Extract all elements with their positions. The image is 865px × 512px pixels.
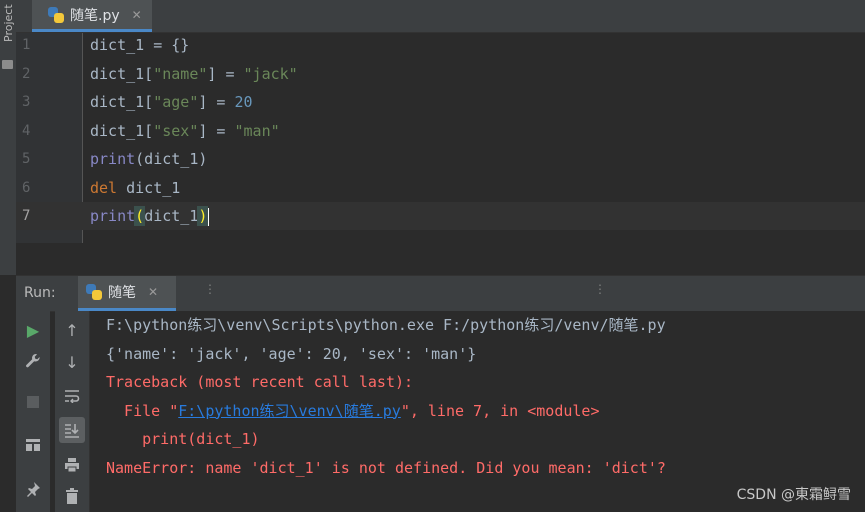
code-token: print xyxy=(90,150,136,168)
code-line[interactable]: 7 print(dict_1) xyxy=(16,202,865,230)
code-text[interactable]: dict_1 = {} xyxy=(90,31,189,59)
file-path-link[interactable]: F:\python练习\venv\随笔.py xyxy=(178,402,401,420)
layout-icon[interactable] xyxy=(20,432,46,458)
console-text: NameError: name 'dict_1' is not defined.… xyxy=(106,458,666,477)
code-text[interactable]: print(dict_1) xyxy=(90,202,210,230)
folder-icon xyxy=(2,60,13,69)
python-run-icon xyxy=(86,284,102,300)
scroll-to-end-icon[interactable] xyxy=(59,417,85,443)
console-text: ", line 7, in <module> xyxy=(400,401,600,420)
run-tab-label: 随笔 xyxy=(108,285,136,301)
editor-empty-area xyxy=(16,243,865,275)
code-line[interactable]: 3 dict_1["age"] = 20 xyxy=(16,88,865,116)
code-token: ] = xyxy=(198,93,235,111)
code-token: "sex" xyxy=(153,121,199,140)
project-tool-strip[interactable]: Project xyxy=(0,0,17,275)
code-token: dict_1[ xyxy=(90,64,154,83)
trash-icon[interactable] xyxy=(59,483,85,509)
code-editor[interactable]: 1 dict_1 = {} 2 dict_1["name"] = "jack" 3 dic… xyxy=(16,33,865,243)
wrench-icon[interactable] xyxy=(20,348,46,374)
code-token: "man" xyxy=(234,121,280,140)
code-token: del xyxy=(90,178,118,197)
console-text: File " xyxy=(106,401,179,420)
code-text[interactable]: dict_1["name"] = "jack" xyxy=(90,60,298,88)
watermark: CSDN @東霜鲟雪 xyxy=(736,487,851,503)
code-line[interactable]: 1 dict_1 = {} xyxy=(16,31,865,59)
drag-handle-icon[interactable]: ⋮ xyxy=(204,282,216,296)
python-file-icon xyxy=(48,6,64,23)
console-error-line: File "F:\python练习\venv\随笔.py", line 7, i… xyxy=(106,397,600,425)
console-text: Traceback (most recent call last): xyxy=(106,373,414,391)
code-token: ] = xyxy=(198,121,235,140)
run-toolbar-primary: ▶ xyxy=(16,311,50,512)
code-token: ( xyxy=(134,206,146,226)
arrow-up-icon[interactable]: ↑ xyxy=(59,317,85,343)
soft-wrap-icon[interactable] xyxy=(59,383,85,409)
code-line[interactable]: 2 dict_1["name"] = "jack" xyxy=(16,60,865,88)
code-token: print xyxy=(90,207,136,225)
text-caret xyxy=(207,207,210,226)
code-token: ] = xyxy=(207,64,244,83)
code-token: 20 xyxy=(234,93,253,111)
console-error-line: print(dict_1) xyxy=(106,425,260,453)
options-menu-icon[interactable]: ⋮ xyxy=(594,282,606,296)
line-number: 3 xyxy=(22,94,31,110)
print-icon[interactable] xyxy=(59,452,85,478)
editor-tab-bar: 随笔.py ✕ xyxy=(16,0,865,33)
code-token: dict_1 xyxy=(144,207,199,225)
code-line[interactable]: 5 print(dict_1) xyxy=(16,145,865,173)
code-text[interactable]: print(dict_1) xyxy=(90,145,207,173)
code-token: dict_1[ xyxy=(90,93,154,111)
console-text: {'name': 'jack', 'age': 20, 'sex': 'man'… xyxy=(106,344,477,363)
run-toolbar-secondary: ↑ ↓ xyxy=(55,311,90,512)
stop-icon[interactable] xyxy=(20,389,46,415)
editor-tab-label: 随笔.py xyxy=(70,7,120,24)
line-number: 6 xyxy=(22,179,31,196)
code-token: (dict_1) xyxy=(135,150,208,168)
console-error-line: NameError: name 'dict_1' is not defined.… xyxy=(106,454,666,482)
code-line[interactable]: 6 del dict_1 xyxy=(16,174,865,202)
close-icon[interactable]: ✕ xyxy=(148,285,158,299)
pin-icon[interactable] xyxy=(20,476,46,502)
code-text[interactable]: del dict_1 xyxy=(90,174,180,202)
console-error-line: Traceback (most recent call last): xyxy=(106,368,413,396)
code-token: dict_1[ xyxy=(90,121,154,140)
console-line: {'name': 'jack', 'age': 20, 'sex': 'man'… xyxy=(106,340,476,368)
run-label: Run: xyxy=(24,285,56,301)
code-line[interactable]: 4 dict_1["sex"] = "man" xyxy=(16,117,865,145)
project-tool-label[interactable]: Project xyxy=(2,4,15,52)
run-console-output[interactable]: F:\python练习\venv\Scripts\python.exe F:/p… xyxy=(90,311,865,512)
code-token: dict_1 = {} xyxy=(90,36,190,54)
code-token: ) xyxy=(197,206,209,226)
code-text[interactable]: dict_1["sex"] = "man" xyxy=(90,117,280,145)
line-number: 7 xyxy=(22,208,31,224)
code-token: "name" xyxy=(153,64,208,83)
editor-tab[interactable]: 随笔.py ✕ xyxy=(32,0,152,32)
run-icon[interactable]: ▶ xyxy=(20,317,46,343)
run-tab[interactable]: 随笔 ✕ xyxy=(78,276,176,311)
code-text[interactable]: dict_1["age"] = 20 xyxy=(90,88,253,116)
console-text: print(dict_1) xyxy=(106,430,260,448)
code-token: "age" xyxy=(153,93,199,111)
console-line: F:\python练习\venv\Scripts\python.exe F:/p… xyxy=(106,311,666,339)
line-number: 5 xyxy=(22,151,31,167)
line-number: 1 xyxy=(22,37,31,53)
line-number: 4 xyxy=(22,122,31,139)
run-panel-header: Run: 随笔 ✕ ⋮ ⋮ xyxy=(16,275,865,312)
close-icon[interactable]: ✕ xyxy=(132,8,142,22)
code-token: dict_1 xyxy=(117,178,181,197)
console-text: F:\python练习\venv\Scripts\python.exe F:/p… xyxy=(106,316,666,334)
code-token: "jack" xyxy=(243,64,298,83)
arrow-down-icon[interactable]: ↓ xyxy=(59,349,85,375)
line-number: 2 xyxy=(22,65,31,82)
